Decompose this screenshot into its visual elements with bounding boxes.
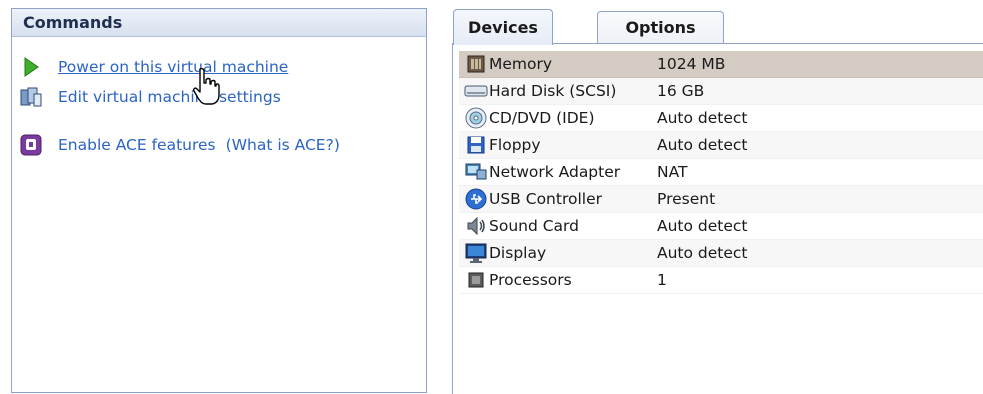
devices-panel: Memory 1024 MB Hard Disk (SCSI) 16 GB CD… xyxy=(452,43,983,394)
hand-cursor-icon xyxy=(192,67,220,107)
device-name: CD/DVD (IDE) xyxy=(489,109,595,127)
memory-icon xyxy=(463,52,489,76)
enable-ace-label: Enable ACE features xyxy=(58,136,216,154)
tab-devices[interactable]: Devices xyxy=(453,9,553,45)
device-value: NAT xyxy=(657,163,688,181)
device-row-usb-controller[interactable]: USB Controller Present xyxy=(459,186,983,213)
ace-icon xyxy=(18,133,44,157)
device-name: Sound Card xyxy=(489,217,579,235)
edit-settings-command[interactable]: Edit virtual machine settings xyxy=(18,84,281,110)
device-name: Processors xyxy=(489,271,572,289)
device-value: Auto detect xyxy=(657,109,748,127)
device-row-network-adapter[interactable]: Network Adapter NAT xyxy=(459,159,983,186)
device-value: 1 xyxy=(657,271,667,289)
device-row-processors[interactable]: Processors 1 xyxy=(459,267,983,294)
device-name: Hard Disk (SCSI) xyxy=(489,82,617,100)
sound-card-icon xyxy=(463,214,489,238)
device-row-memory[interactable]: Memory 1024 MB xyxy=(459,51,983,78)
power-on-label: Power on this virtual machine xyxy=(58,58,289,76)
usb-icon xyxy=(463,187,489,211)
enable-ace-command[interactable]: Enable ACE features (What is ACE?) xyxy=(18,132,340,158)
device-name: Display xyxy=(489,244,547,262)
floppy-icon xyxy=(463,133,489,157)
commands-header: Commands xyxy=(12,9,426,37)
vm-summary-view: Commands Power on this virtual machine E… xyxy=(0,0,983,394)
device-name: Network Adapter xyxy=(489,163,621,181)
processor-icon xyxy=(463,268,489,292)
device-name: USB Controller xyxy=(489,190,602,208)
hard-disk-icon xyxy=(463,79,489,103)
cd-dvd-icon xyxy=(463,106,489,130)
device-value: Auto detect xyxy=(657,217,748,235)
network-adapter-icon xyxy=(463,160,489,184)
device-value: 16 GB xyxy=(657,82,705,100)
device-value: Auto detect xyxy=(657,136,748,154)
power-on-command[interactable]: Power on this virtual machine xyxy=(18,54,288,80)
commands-panel: Commands Power on this virtual machine E… xyxy=(11,8,427,393)
device-row-display[interactable]: Display Auto detect xyxy=(459,240,983,267)
device-name: Memory xyxy=(489,55,553,73)
device-row-sound-card[interactable]: Sound Card Auto detect xyxy=(459,213,983,240)
what-is-ace-link[interactable]: (What is ACE?) xyxy=(226,136,340,154)
device-name: Floppy xyxy=(489,136,541,154)
display-icon xyxy=(463,241,489,265)
device-value: 1024 MB xyxy=(657,55,726,73)
tab-options[interactable]: Options xyxy=(597,11,724,43)
vm-settings-icon xyxy=(18,85,44,109)
device-row-cd-dvd[interactable]: CD/DVD (IDE) Auto detect xyxy=(459,105,983,132)
play-icon xyxy=(18,55,44,79)
device-row-floppy[interactable]: Floppy Auto detect xyxy=(459,132,983,159)
devices-list: Memory 1024 MB Hard Disk (SCSI) 16 GB CD… xyxy=(459,51,983,294)
edit-settings-label: Edit virtual machine settings xyxy=(58,88,281,106)
device-row-hard-disk[interactable]: Hard Disk (SCSI) 16 GB xyxy=(459,78,983,105)
device-value: Present xyxy=(657,190,716,208)
device-value: Auto detect xyxy=(657,244,748,262)
